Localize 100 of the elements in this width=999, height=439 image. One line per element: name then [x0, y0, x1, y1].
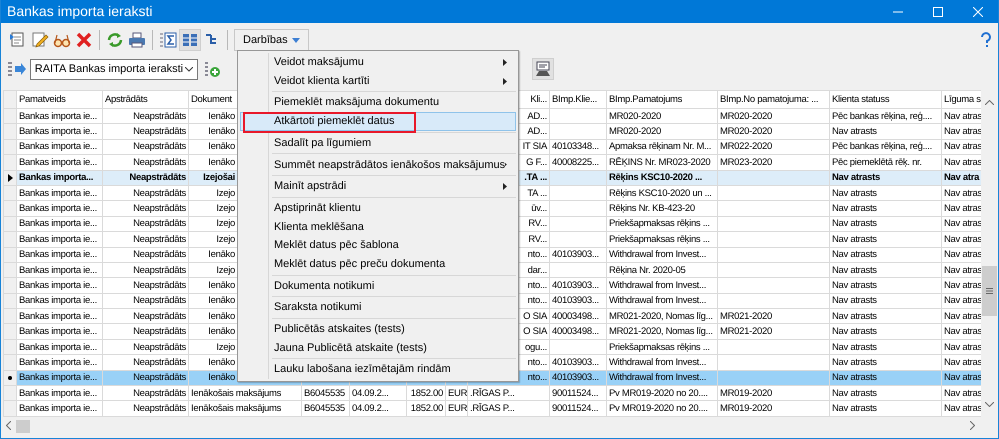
list-arrow-icon[interactable]	[7, 60, 27, 78]
table-cell: Priekšapmaksas rēķins ...	[606, 232, 718, 248]
scrollbar-thumb[interactable]	[16, 420, 30, 432]
table-cell: Nav atrasts	[830, 370, 942, 386]
table-cell: Priekšapmaksas rēķins ...	[606, 339, 718, 355]
table-cell: Bankas importa ie...	[16, 216, 102, 232]
table-cell: Nav atrasts	[830, 170, 942, 186]
report-icon[interactable]	[534, 60, 552, 78]
current-row-icon	[8, 174, 12, 182]
table-cell: Bankas importa ie...	[16, 354, 102, 370]
table-cell: Apmaksa rēķinam Nr. M...	[606, 139, 718, 155]
table-cell: Ienākošais maksājums	[188, 400, 302, 416]
scroll-left-icon[interactable]	[6, 421, 11, 430]
delete-icon[interactable]	[75, 31, 93, 49]
view-select[interactable]: RAITA Bankas importa ieraksti	[30, 58, 198, 80]
submenu-arrow-icon	[505, 161, 507, 168]
menu-item[interactable]: Veidot klienta kartīti	[240, 72, 516, 90]
columns-icon[interactable]	[181, 31, 199, 49]
table-cell: MR021-2020, Nomas līg...	[606, 308, 718, 324]
scroll-up-icon[interactable]	[985, 100, 994, 105]
table-cell: B6045535	[302, 400, 350, 416]
table-cell: .RĪGAS P...	[468, 400, 550, 416]
table-cell: MR021-2020	[718, 324, 830, 340]
table-cell: Bankas importa ie...	[16, 386, 102, 401]
close-icon[interactable]	[973, 6, 983, 16]
printer-icon[interactable]	[128, 31, 146, 49]
table-cell: MR020-2020	[606, 108, 718, 124]
table-cell: 1852.00	[406, 386, 446, 401]
menu-item[interactable]: Veidot maksājumu	[240, 53, 516, 72]
table-cell: 04.09.2...	[350, 386, 406, 401]
table-cell: Bankas importa ie...	[16, 400, 102, 416]
pencil-icon[interactable]	[31, 31, 49, 49]
table-cell: Neapstrādāts	[102, 293, 188, 309]
table-cell: Neapstrādāts	[102, 339, 188, 355]
table-cell: Nav atrasts	[830, 324, 942, 340]
table-cell: RĒĶINS Nr. MR023-2020	[606, 154, 718, 170]
table-cell: Bankas importa ie...	[16, 139, 102, 155]
table-cell: B6045535	[302, 386, 350, 401]
table-cell: 40103903...	[550, 354, 606, 370]
table-cell: Bankas importa ie...	[16, 247, 102, 262]
table-cell: Bankas importa ie...	[16, 108, 102, 124]
table-cell: Neapstrādāts	[102, 370, 188, 386]
table-cell: Nav atrasts	[830, 400, 942, 416]
table-cell: Rēķins KSC10-2020 un ...	[606, 185, 718, 201]
table-cell: .RĪGAS P...	[468, 386, 550, 401]
table-cell: Pv MR019-2020 no 20....	[606, 386, 718, 401]
table-cell: 40003498...	[550, 308, 606, 324]
table-cell: MR021-2020, Nomas līg...	[606, 324, 718, 340]
table-cell: Nav atrasts	[830, 247, 942, 262]
table-cell: Bankas importa ie...	[16, 232, 102, 248]
table-cell: 40103903...	[550, 247, 606, 262]
sigma-icon[interactable]	[159, 31, 177, 49]
table-cell: Neapstrādāts	[102, 154, 188, 170]
scroll-down-icon[interactable]	[985, 402, 994, 408]
table-cell: Rēķins KSC10-2020 ...	[606, 170, 718, 186]
submenu-arrow-icon	[503, 58, 507, 66]
table-cell: Bankas importa...	[16, 170, 102, 186]
menu-item[interactable]: Atkārtoti piemeklēt datus	[240, 112, 516, 131]
grip-icon	[986, 288, 993, 294]
table-cell: MR019-2020	[718, 400, 830, 416]
table-cell: Priekšapmaksas rēķins ...	[606, 216, 718, 232]
add-list-icon[interactable]	[203, 60, 222, 78]
table-cell: MR023-2020	[718, 154, 830, 170]
table-cell: MR020-2020	[718, 124, 830, 140]
table-cell: Withdrawal from Invest...	[606, 354, 718, 370]
table-cell: Pēc bankas rēķina, reģ....	[830, 139, 942, 155]
table-cell: MR020-2020	[606, 124, 718, 140]
table-cell: Nav atrasts	[830, 262, 942, 278]
table-cell: Withdrawal from Invest...	[606, 293, 718, 309]
maximize-icon[interactable]	[933, 6, 943, 16]
help-icon[interactable]	[980, 32, 992, 48]
scroll-right-icon[interactable]	[970, 421, 974, 430]
row-header[interactable]	[4, 170, 16, 186]
table-cell: Neapstrādāts	[102, 170, 188, 186]
table-cell: MR022-2020	[718, 139, 830, 155]
column-header[interactable]: Kli...	[530, 94, 547, 105]
scrollbar-thumb[interactable]	[982, 266, 997, 316]
row-header[interactable]	[4, 370, 16, 386]
table-cell: Nav atrasts	[830, 339, 942, 355]
table-cell: Bankas importa ie...	[16, 308, 102, 324]
table-cell: Bankas importa ie...	[16, 262, 102, 278]
table-cell: Neapstrādāts	[102, 108, 188, 124]
table-cell: Bankas importa ie...	[16, 278, 102, 294]
caret-icon	[292, 38, 300, 42]
table-cell: Nav atrasts	[830, 216, 942, 232]
table-cell: Nav atrasts	[830, 354, 942, 370]
table-cell: Neapstrādāts	[102, 200, 188, 216]
table-cell: Neapstrādāts	[102, 247, 188, 262]
refresh-icon[interactable]	[106, 31, 124, 49]
table-cell: Neapstrādāts	[102, 124, 188, 140]
table-cell: 40103903...	[550, 293, 606, 309]
table-cell: EUR	[446, 386, 468, 401]
dropdown-chevron-icon	[184, 66, 193, 72]
table-cell: 40003498...	[550, 324, 606, 340]
table-cell: Rēķins Nr. KB-423-20	[606, 200, 718, 216]
table-cell: Bankas importa ie...	[16, 124, 102, 140]
table-cell: Nav atrasts	[830, 293, 942, 309]
actions-menu-button[interactable]: Darbības	[234, 29, 309, 51]
table-cell: Neapstrādāts	[102, 308, 188, 324]
table-cell: Pēc piemeklētā rēķ. nr.	[830, 154, 942, 170]
